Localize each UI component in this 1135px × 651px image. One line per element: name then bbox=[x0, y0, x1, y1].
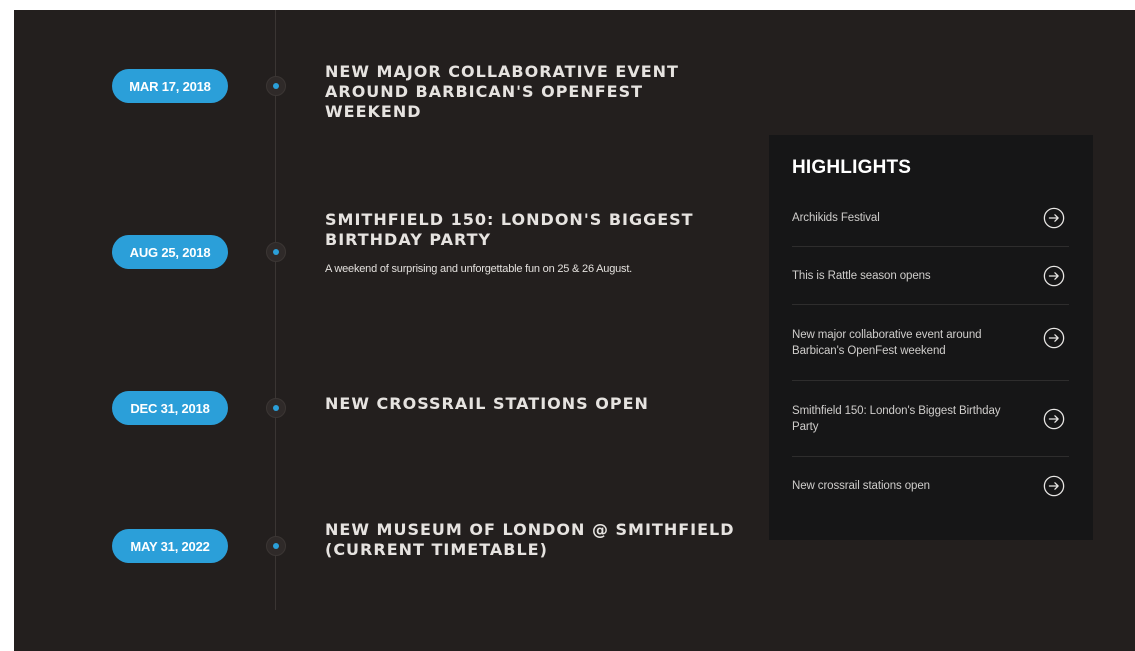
highlight-item-label: New major collaborative event around Bar… bbox=[792, 328, 982, 357]
highlight-item[interactable]: This is Rattle season opens bbox=[792, 247, 1069, 305]
highlight-item-label: This is Rattle season opens bbox=[792, 269, 931, 282]
event-date-badge: MAR 17, 2018 bbox=[112, 69, 228, 103]
arrow-right-circle-icon[interactable] bbox=[1043, 408, 1065, 430]
timeline-marker-core bbox=[273, 83, 279, 89]
timeline-marker-core bbox=[273, 543, 279, 549]
timeline-line bbox=[275, 10, 276, 610]
highlight-item[interactable]: New major collaborative event around Bar… bbox=[792, 305, 1069, 381]
event-date-badge: MAY 31, 2022 bbox=[112, 529, 228, 563]
event-title[interactable]: NEW MAJOR COLLABORATIVE EVENT AROUND BAR… bbox=[325, 62, 745, 122]
highlight-item[interactable]: New crossrail stations open bbox=[792, 457, 1069, 515]
timeline-marker-core bbox=[273, 405, 279, 411]
arrow-right-circle-icon[interactable] bbox=[1043, 207, 1065, 229]
page-frame: MAR 17, 2018 NEW MAJOR COLLABORATIVE EVE… bbox=[14, 10, 1135, 651]
event-title[interactable]: SMITHFIELD 150: LONDON'S BIGGEST BIRTHDA… bbox=[325, 210, 745, 250]
event-title[interactable]: NEW MUSEUM OF LONDON @ SMITHFIELD (CURRE… bbox=[325, 520, 745, 560]
timeline-marker bbox=[266, 76, 286, 96]
highlights-panel: HIGHLIGHTS Archikids Festival This is Ra… bbox=[769, 135, 1093, 540]
arrow-right-circle-icon[interactable] bbox=[1043, 327, 1065, 349]
highlight-item-label: New crossrail stations open bbox=[792, 480, 930, 492]
timeline-marker-core bbox=[273, 249, 279, 255]
event-date-badge: AUG 25, 2018 bbox=[112, 235, 228, 269]
event-description: A weekend of surprising and unforgettabl… bbox=[325, 263, 633, 275]
arrow-right-circle-icon[interactable] bbox=[1043, 265, 1065, 287]
highlight-item[interactable]: Smithfield 150: London's Biggest Birthda… bbox=[792, 381, 1069, 457]
timeline-marker bbox=[266, 242, 286, 262]
highlight-item-label: Archikids Festival bbox=[792, 211, 880, 224]
arrow-right-circle-icon[interactable] bbox=[1043, 475, 1065, 497]
timeline-marker bbox=[266, 536, 286, 556]
highlight-item-label: Smithfield 150: London's Biggest Birthda… bbox=[792, 404, 1001, 433]
event-title[interactable]: NEW CROSSRAIL STATIONS OPEN bbox=[325, 394, 745, 414]
timeline-marker bbox=[266, 398, 286, 418]
highlight-item[interactable]: Archikids Festival bbox=[792, 189, 1069, 247]
highlights-title: HIGHLIGHTS bbox=[792, 157, 912, 178]
event-date-badge: DEC 31, 2018 bbox=[112, 391, 228, 425]
